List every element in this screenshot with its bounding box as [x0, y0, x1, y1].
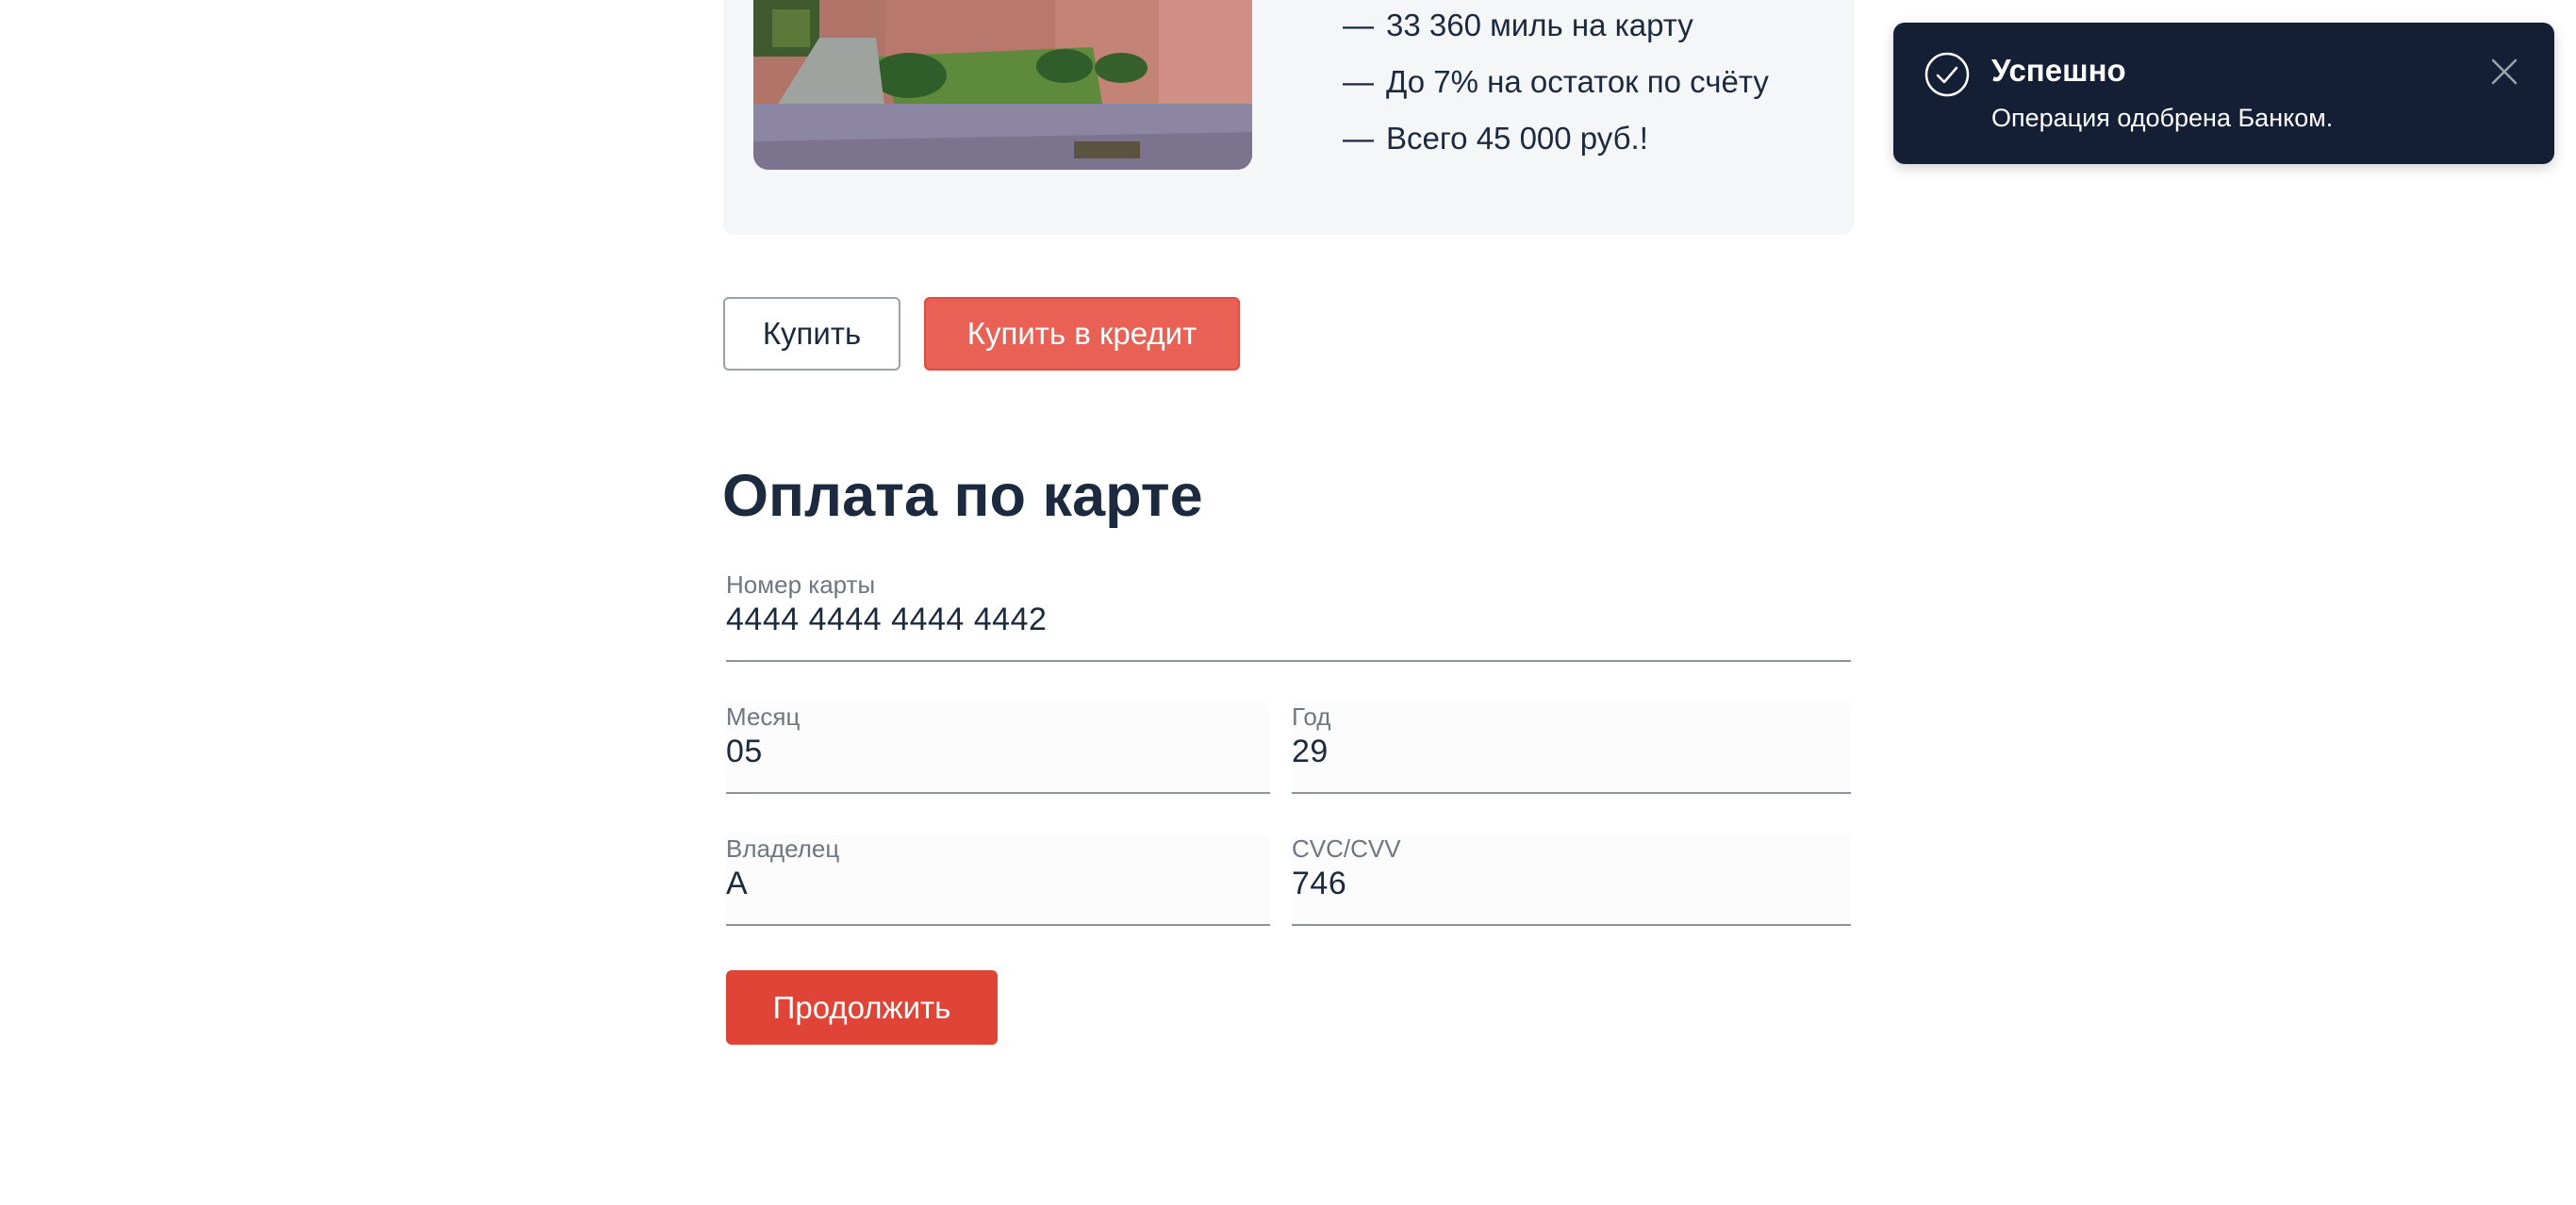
feature-item: — Всего 45 000 руб.!: [1343, 121, 1769, 177]
continue-button[interactable]: Продолжить: [726, 970, 998, 1045]
success-toast: Успешно Операция одобрена Банком.: [1893, 23, 2554, 164]
dash-glyph: —: [1343, 64, 1374, 99]
product-card: — 33 360 миль на карту — До 7% на остато…: [723, 0, 1854, 235]
owner-value[interactable]: А: [726, 866, 748, 902]
cvc-value[interactable]: 746: [1292, 866, 1346, 902]
check-circle-icon: [1924, 51, 1971, 98]
feature-text: Всего 45 000 руб.!: [1386, 121, 1648, 156]
owner-field[interactable]: Владелец А: [726, 834, 1270, 926]
year-field[interactable]: Год 29: [1292, 702, 1851, 794]
product-photo: [753, 0, 1252, 170]
feature-list: — 33 360 миль на карту — До 7% на остато…: [1343, 8, 1769, 177]
card-number-field[interactable]: Номер карты 4444 4444 4444 4442: [726, 570, 1851, 662]
toast-title: Успешно: [1991, 53, 2126, 88]
owner-label: Владелец: [726, 834, 840, 863]
feature-text: 33 360 миль на карту: [1386, 8, 1693, 42]
card-number-label: Номер карты: [726, 570, 876, 599]
toast-message: Операция одобрена Банком.: [1991, 104, 2334, 132]
month-value[interactable]: 05: [726, 734, 763, 770]
dash-glyph: —: [1343, 121, 1374, 156]
feature-item: — 33 360 миль на карту: [1343, 8, 1769, 64]
month-label: Месяц: [726, 702, 801, 731]
year-value[interactable]: 29: [1292, 734, 1329, 770]
year-label: Год: [1292, 702, 1331, 731]
feature-text: До 7% на остаток по счёту: [1386, 64, 1769, 99]
close-icon[interactable]: [2489, 57, 2519, 87]
buy-button[interactable]: Купить: [723, 297, 900, 371]
cvc-field[interactable]: CVC/CVV 746: [1292, 834, 1851, 926]
card-number-value[interactable]: 4444 4444 4444 4442: [726, 602, 1047, 638]
month-field[interactable]: Месяц 05: [726, 702, 1270, 794]
buy-on-credit-button[interactable]: Купить в кредит: [924, 297, 1240, 371]
payment-section-title: Оплата по карте: [722, 463, 1203, 529]
feature-item: — До 7% на остаток по счёту: [1343, 64, 1769, 121]
page: — 33 360 миль на карту — До 7% на остато…: [0, 0, 2576, 1205]
cvc-label: CVC/CVV: [1292, 834, 1401, 863]
dash-glyph: —: [1343, 8, 1374, 42]
